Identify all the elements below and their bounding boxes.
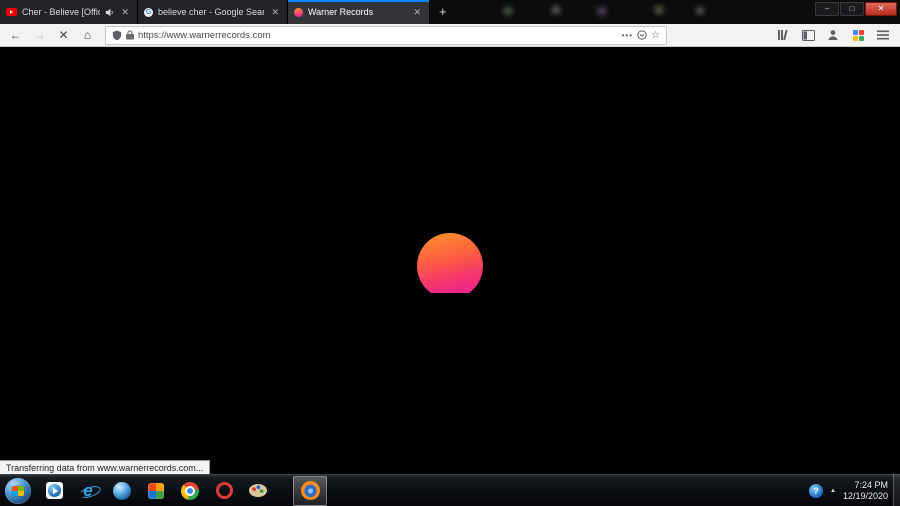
tab-audio-icon[interactable] — [105, 8, 114, 17]
taskbar-clock[interactable]: 7:24 PM 12/19/2020 — [843, 480, 888, 502]
firefox-icon — [301, 481, 320, 500]
chrome-icon — [181, 482, 199, 500]
glow-artifact — [500, 5, 516, 17]
library-icon[interactable] — [774, 26, 792, 44]
warner-records-logo — [417, 233, 483, 299]
new-tab-button[interactable]: + — [430, 0, 456, 24]
url-text[interactable]: https://www.warnerrecords.com — [138, 30, 618, 41]
hidden-icons-caret[interactable]: ▲ — [830, 488, 836, 494]
office-icon — [148, 483, 164, 499]
windows-logo-icon — [12, 486, 24, 496]
page-actions-icon[interactable]: ••• — [622, 31, 633, 40]
warner-records-favicon — [294, 8, 303, 17]
tab-close-icon[interactable]: ✕ — [411, 7, 423, 18]
taskbar-icon-firefox[interactable] — [293, 476, 327, 506]
window-controls: – □ ✕ — [815, 2, 897, 16]
window-close-button[interactable]: ✕ — [865, 2, 897, 16]
taskbar-icon-windows-media-player[interactable] — [37, 476, 71, 506]
taskbar-icon-internet-explorer[interactable]: e — [71, 476, 105, 506]
taskbar-icon-opera[interactable] — [207, 476, 241, 506]
tab-google-search[interactable]: G believe cher - Google Search ✕ — [138, 0, 288, 24]
navigation-toolbar: ← → ✕ ⌂ https://www.warnerrecords.com ••… — [0, 24, 900, 47]
status-tooltip: Transferring data from www.warnerrecords… — [0, 460, 210, 474]
extension-icon[interactable] — [849, 26, 867, 44]
home-button[interactable]: ⌂ — [77, 26, 98, 45]
minimize-button[interactable]: – — [815, 2, 839, 16]
page-content: Transferring data from www.warnerrecords… — [0, 47, 900, 474]
address-bar[interactable]: https://www.warnerrecords.com ••• ☆ — [105, 26, 667, 45]
bookmark-star-icon[interactable]: ☆ — [651, 30, 660, 41]
tab-warner-records[interactable]: Warner Records ✕ — [288, 0, 430, 24]
firefox-window: Cher - Believe [Official Musi ✕ G believ… — [0, 0, 900, 506]
tracking-protection-shield-icon[interactable] — [112, 30, 122, 41]
clock-time: 7:24 PM — [843, 480, 888, 491]
glow-artifact — [693, 5, 707, 16]
tab-title: Cher - Believe [Official Musi — [22, 7, 100, 17]
google-favicon: G — [144, 8, 153, 17]
blue-ball-icon — [113, 482, 131, 500]
glow-artifact — [548, 4, 564, 16]
taskbar-icon-messenger-ball[interactable] — [105, 476, 139, 506]
menu-icon[interactable] — [874, 26, 892, 44]
system-tray: ? ▲ 7:24 PM 12/19/2020 — [809, 480, 900, 502]
glow-artifact — [651, 4, 667, 16]
tab-strip: Cher - Believe [Official Musi ✕ G believ… — [0, 0, 900, 24]
glow-artifact — [594, 5, 610, 17]
tab-title: Warner Records — [308, 7, 406, 17]
forward-button[interactable]: → — [29, 26, 50, 45]
start-button[interactable] — [5, 478, 31, 504]
pocket-icon[interactable] — [637, 30, 647, 40]
toolbar-right-group — [774, 26, 895, 44]
tab-title: believe cher - Google Search — [158, 7, 264, 17]
taskbar-icon-chrome[interactable] — [173, 476, 207, 506]
sidebar-icon[interactable] — [799, 26, 817, 44]
help-icon[interactable]: ? — [809, 484, 823, 498]
tab-youtube-cher-believe[interactable]: Cher - Believe [Official Musi ✕ — [0, 0, 138, 24]
internet-explorer-icon: e — [83, 482, 92, 499]
youtube-favicon — [6, 8, 17, 16]
taskbar-icon-paint[interactable] — [241, 476, 275, 506]
clock-date: 12/19/2020 — [843, 491, 888, 502]
taskbar: e ? ▲ 7:24 PM 12/19/2020 — [0, 474, 900, 506]
taskbar-icon-office[interactable] — [139, 476, 173, 506]
paint-icon — [249, 484, 267, 497]
maximize-button[interactable]: □ — [840, 2, 864, 16]
media-player-icon — [46, 482, 63, 499]
tab-close-icon[interactable]: ✕ — [269, 7, 281, 18]
back-button[interactable]: ← — [5, 26, 26, 45]
show-desktop-button[interactable] — [893, 474, 900, 506]
account-icon[interactable] — [824, 26, 842, 44]
tab-close-icon[interactable]: ✕ — [119, 7, 131, 18]
opera-icon — [216, 482, 233, 499]
extension-grid-glyph — [853, 30, 864, 41]
lock-icon[interactable] — [126, 30, 134, 40]
stop-button[interactable]: ✕ — [53, 26, 74, 45]
